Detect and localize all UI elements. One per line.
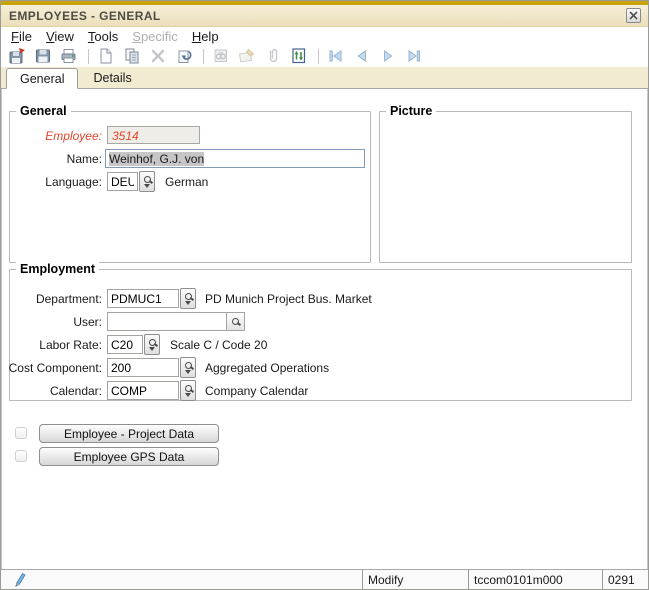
magnifier-icon <box>185 362 192 369</box>
language-description: German <box>165 175 208 189</box>
employee-field: 3514 <box>107 126 200 144</box>
toolbar-separator <box>203 49 204 64</box>
magnifier-icon <box>185 293 192 300</box>
picture-group-title: Picture <box>386 104 436 118</box>
menu-bar: File View Tools Specific Help <box>1 27 648 45</box>
cost-component-input[interactable] <box>107 358 179 377</box>
employment-group: Employment Department: PD Munich Project… <box>9 269 632 401</box>
status-company-number: 0291 <box>602 570 648 589</box>
calendar-input[interactable] <box>107 381 179 400</box>
print-icon[interactable] <box>60 47 78 65</box>
language-input[interactable] <box>107 172 138 191</box>
user-input[interactable] <box>107 312 227 331</box>
user-label: User: <box>73 315 102 329</box>
titlebar: EMPLOYEES - GENERAL <box>1 5 648 27</box>
cost-component-browse-button[interactable] <box>180 357 196 378</box>
employee-gps-data-button[interactable]: Employee GPS Data <box>39 447 219 466</box>
calendar-browse-button[interactable] <box>180 380 196 401</box>
toolbar-separator <box>88 49 89 64</box>
language-label: Language: <box>45 175 102 189</box>
dropdown-arrow-icon <box>149 347 155 351</box>
form-content: General Employee: 3514 Name: Weinhof, G.… <box>1 89 648 569</box>
app-window: EMPLOYEES - GENERAL File View Tools Spec… <box>0 0 649 590</box>
status-mode: Modify <box>362 570 468 589</box>
department-label: Department: <box>36 292 102 306</box>
last-record-icon <box>405 47 423 65</box>
name-label: Name: <box>67 152 102 166</box>
labor-rate-input[interactable] <box>107 335 143 354</box>
labor-rate-description: Scale C / Code 20 <box>170 338 267 352</box>
status-session-code: tccom0101m000 <box>468 570 602 589</box>
edit-note-icon <box>238 47 256 65</box>
employee-label: Employee: <box>45 129 102 143</box>
gps-data-checkbox <box>15 450 27 462</box>
labor-rate-browse-button[interactable] <box>144 334 160 355</box>
status-bar: Modify tccom0101m000 0291 <box>1 569 648 589</box>
tab-details[interactable]: Details <box>78 69 146 88</box>
name-selected-text: Weinhof, G.J. von <box>109 152 204 166</box>
menu-help[interactable]: Help <box>185 28 226 45</box>
department-input[interactable] <box>107 289 179 308</box>
labor-rate-label: Labor Rate: <box>39 338 102 352</box>
toolbar <box>1 45 648 67</box>
refresh-icon[interactable] <box>290 47 308 65</box>
dropdown-arrow-icon <box>144 184 150 188</box>
copy-record-icon[interactable] <box>123 47 141 65</box>
close-button[interactable] <box>626 8 641 23</box>
close-icon <box>629 11 638 20</box>
magnifier-icon <box>185 385 192 392</box>
dropdown-arrow-icon <box>185 301 191 305</box>
magnifier-icon <box>144 176 151 183</box>
delete-record-icon <box>149 47 167 65</box>
revert-icon[interactable] <box>175 47 193 65</box>
new-record-icon[interactable] <box>97 47 115 65</box>
general-group: General Employee: 3514 Name: Weinhof, G.… <box>9 111 371 263</box>
language-browse-button[interactable] <box>139 171 155 192</box>
find-icon <box>212 47 230 65</box>
attachment-icon <box>264 47 282 65</box>
cost-component-description: Aggregated Operations <box>205 361 329 375</box>
project-data-checkbox <box>15 427 27 439</box>
dropdown-arrow-icon <box>185 370 191 374</box>
name-input[interactable]: Weinhof, G.J. von <box>105 149 365 168</box>
previous-record-icon <box>353 47 371 65</box>
picture-group: Picture <box>379 111 632 263</box>
menu-tools[interactable]: Tools <box>81 28 125 45</box>
department-browse-button[interactable] <box>180 288 196 309</box>
tab-general[interactable]: General <box>6 68 78 89</box>
calendar-label: Calendar: <box>50 384 102 398</box>
user-browse-button[interactable] <box>227 312 245 331</box>
employment-group-title: Employment <box>16 262 99 276</box>
general-group-title: General <box>16 104 71 118</box>
save-icon[interactable] <box>34 47 52 65</box>
toolbar-separator <box>318 49 319 64</box>
first-record-icon <box>327 47 345 65</box>
menu-specific: Specific <box>125 28 185 45</box>
magnifier-icon <box>149 339 156 346</box>
department-description: PD Munich Project Bus. Market <box>205 292 372 306</box>
menu-file[interactable]: File <box>4 28 39 45</box>
status-left-section <box>1 570 362 589</box>
save-exit-icon[interactable] <box>8 47 26 65</box>
window-title: EMPLOYEES - GENERAL <box>9 9 161 23</box>
dropdown-arrow-icon <box>185 393 191 397</box>
employee-project-data-button[interactable]: Employee - Project Data <box>39 424 219 443</box>
pencil-icon <box>13 571 27 588</box>
calendar-description: Company Calendar <box>205 384 308 398</box>
cost-component-label: Cost Component: <box>9 361 102 375</box>
magnifier-icon <box>232 318 239 325</box>
menu-view[interactable]: View <box>39 28 81 45</box>
tab-strip: General Details <box>1 67 648 89</box>
next-record-icon <box>379 47 397 65</box>
